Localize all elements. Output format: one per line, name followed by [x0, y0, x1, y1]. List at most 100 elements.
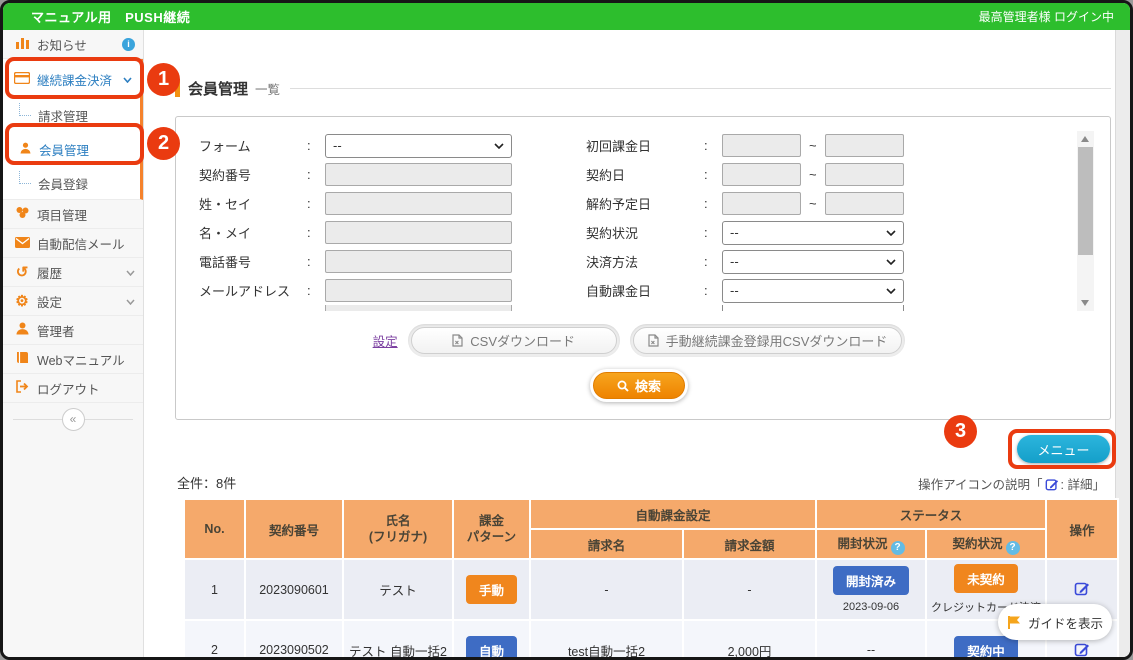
sidebar-item-label: 履歴 [37, 263, 119, 282]
header-name-line2: (フリガナ) [346, 529, 450, 545]
sidebar-item-news[interactable]: お知らせ i [3, 30, 143, 59]
page-title: 会員管理 [188, 78, 248, 99]
person-icon [19, 142, 32, 157]
sidebar-item-label: 項目管理 [37, 205, 135, 224]
clipped-select[interactable] [722, 305, 904, 311]
sidebar-item-label: 会員管理 [39, 140, 132, 159]
last-name-input[interactable] [325, 192, 512, 215]
col-group-auto-billing: 自動課金設定 [530, 499, 816, 529]
cancel-date-to-input[interactable] [825, 192, 904, 215]
open-date: 2023-09-06 [821, 601, 921, 613]
help-icon[interactable]: ? [891, 541, 905, 555]
col-header-contract-no: 契約番号 [245, 499, 343, 559]
col-header-name: 氏名 (フリガナ) [343, 499, 453, 559]
form-row-form: フォーム : -- [199, 131, 539, 160]
settings-link[interactable]: 設定 [373, 331, 398, 350]
select-value: -- [730, 254, 739, 269]
sidebar-item-label: 設定 [37, 292, 119, 311]
range-tilde: ~ [809, 196, 817, 211]
sidebar-item-settings[interactable]: ⚙ 設定 [3, 287, 143, 316]
show-guide-button[interactable]: ガイドを表示 [998, 604, 1112, 640]
show-guide-label: ガイドを表示 [1028, 613, 1103, 632]
scroll-up-arrow-icon[interactable] [1081, 136, 1089, 142]
status-badge: 契約中 [954, 636, 1018, 660]
operation-icon-help: 操作アイコンの説明「 : 詳細」 [918, 474, 1105, 493]
form-row-contract-date: 契約日 : ~ [586, 160, 956, 189]
cell-no: 1 [184, 559, 245, 620]
chevron-down-icon [126, 294, 135, 308]
form-select[interactable]: -- [325, 134, 512, 158]
annotation-step-1: 1 [147, 63, 180, 96]
sidebar-item-billing-management[interactable]: 請求管理 [3, 99, 140, 131]
cell-bill-amount: 2,000円 [683, 620, 816, 660]
sidebar-item-member-management[interactable]: 会員管理 [3, 131, 140, 167]
colon: : [704, 167, 722, 182]
cell-billing-pattern: 自動 [453, 620, 530, 660]
manual-csv-download-button[interactable]: 手動継続課金登録用CSVダウンロード [630, 324, 906, 357]
form-row-contract-state: 契約状況 : -- [586, 218, 956, 247]
table-row: 2 2023090502 テスト 自動一括2 自動 test自動一括2 2,00… [184, 620, 1118, 660]
first-billing-date-to-input[interactable] [825, 134, 904, 157]
first-name-input[interactable] [325, 221, 512, 244]
col-header-no: No. [184, 499, 245, 559]
sidebar-item-label: Webマニュアル [37, 350, 135, 369]
col-header-contract-status: 契約状況? [926, 529, 1046, 559]
sidebar-item-web-manual[interactable]: Webマニュアル [3, 345, 143, 374]
phone-input[interactable] [325, 250, 512, 273]
form-row-contract-number: 契約番号 : [199, 160, 539, 189]
contract-number-input[interactable] [325, 163, 512, 186]
help-icon[interactable]: ? [1006, 541, 1020, 555]
cell-contract-no: 2023090601 [245, 559, 343, 620]
cell-name: テスト [343, 559, 453, 620]
sidebar-group-recurring-billing: 継続課金決済 請求管理 会員管理 会員登録 [3, 59, 143, 200]
person-icon [14, 322, 30, 338]
form-row-email: メールアドレス : [199, 276, 539, 305]
sidebar-item-recurring-billing[interactable]: 継続課金決済 [3, 59, 140, 99]
search-button-row: 検索 [199, 369, 1079, 402]
menu-button[interactable]: メニュー [1017, 435, 1110, 463]
top-bar: マニュアル用 PUSH継続 最高管理者様 ログイン中 [3, 3, 1130, 30]
sidebar-collapse-row: « [3, 405, 143, 433]
csv-download-label: CSVダウンロード [470, 331, 575, 350]
table-row: 1 2023090601 テスト 手動 - - 開封済み 2023-09-06 … [184, 559, 1118, 620]
info-icon[interactable]: i [122, 38, 135, 51]
col-header-bill-name: 請求名 [530, 529, 683, 559]
scroll-down-arrow-icon[interactable] [1081, 300, 1089, 306]
email-input[interactable] [325, 279, 512, 302]
file-icon [648, 334, 659, 347]
first-billing-date-from-input[interactable] [722, 134, 801, 157]
sidebar-item-logout[interactable]: ログアウト [3, 374, 143, 403]
field-label: 姓・セイ [199, 194, 307, 213]
clipped-input[interactable] [325, 305, 512, 311]
pattern-badge: 手動 [466, 575, 517, 604]
sidebar-item-history[interactable]: ↺ 履歴 [3, 258, 143, 287]
scrollbar-thumb[interactable] [1078, 147, 1093, 255]
colon: : [307, 254, 325, 269]
auto-billing-date-select[interactable]: -- [722, 279, 904, 303]
sidebar-item-administrator[interactable]: 管理者 [3, 316, 143, 345]
contract-state-select[interactable]: -- [722, 221, 904, 245]
search-button[interactable]: 検索 [590, 369, 688, 402]
mail-icon [14, 236, 30, 251]
cancel-date-from-input[interactable] [722, 192, 801, 215]
range-tilde: ~ [809, 167, 817, 182]
payment-method-select[interactable]: -- [722, 250, 904, 274]
history-icon: ↺ [14, 265, 30, 280]
sidebar-item-field-management[interactable]: 項目管理 [3, 200, 143, 229]
sidebar-item-auto-mail[interactable]: 自動配信メール [3, 229, 143, 258]
sidebar-collapse-button[interactable]: « [62, 408, 85, 431]
contract-date-to-input[interactable] [825, 163, 904, 186]
search-form-left-column: フォーム : -- 契約番号 : [199, 131, 539, 311]
sidebar-item-member-registration[interactable]: 会員登録 [3, 167, 140, 199]
form-row-cancel-date: 解約予定日 : ~ [586, 189, 956, 218]
field-label: 決済方法 [586, 252, 704, 271]
edit-icon[interactable] [1074, 580, 1090, 596]
contract-date-from-input[interactable] [722, 163, 801, 186]
icon-help-prefix: 操作アイコンの説明「 [918, 474, 1042, 493]
csv-download-button[interactable]: CSVダウンロード [408, 324, 620, 357]
edit-icon[interactable] [1074, 641, 1090, 657]
form-row-phone: 電話番号 : [199, 247, 539, 276]
select-value: -- [333, 138, 342, 153]
form-scrollbar[interactable] [1077, 131, 1094, 311]
cell-open-status: 開封済み 2023-09-06 [816, 559, 926, 620]
